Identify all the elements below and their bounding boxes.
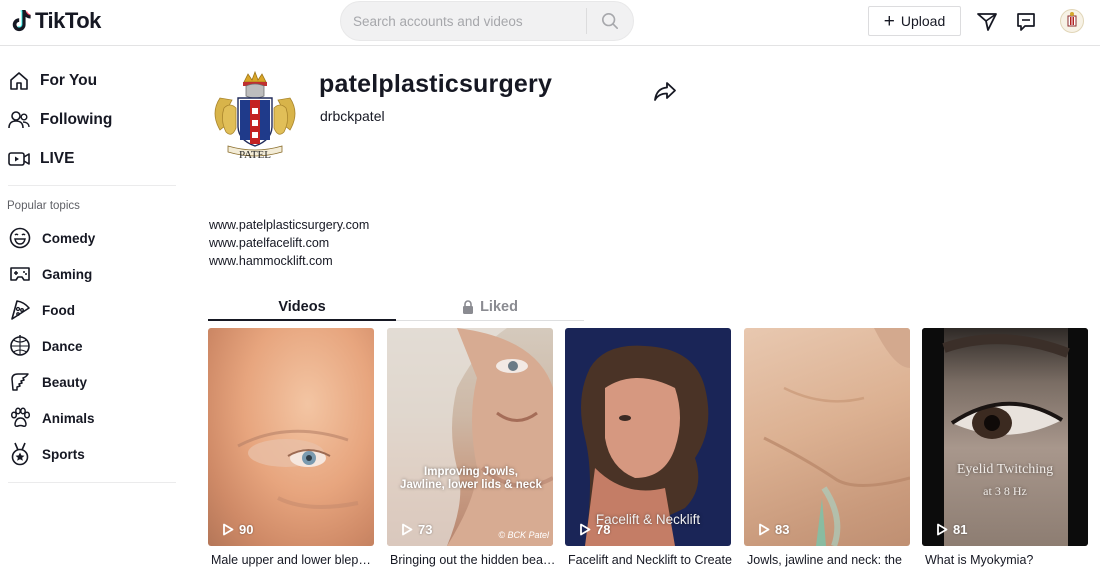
sidebar-item-for-you[interactable]: For You <box>8 70 97 92</box>
topic-label: Comedy <box>42 230 96 246</box>
inbox-icon[interactable] <box>1015 11 1037 33</box>
beauty-icon <box>8 370 32 394</box>
video-overlay-text: Improving Jowls, Jawline, lower lids & n… <box>400 466 542 491</box>
view-count: 73 <box>401 522 432 537</box>
food-icon <box>8 298 32 322</box>
sidebar-divider <box>8 482 176 483</box>
video-thumbnail <box>922 328 1088 546</box>
video-thumbnail <box>237 429 359 509</box>
top-bar: TikTok + Upload <box>0 0 1100 46</box>
bio-link[interactable]: www.hammocklift.com <box>209 252 369 270</box>
sidebar-item-label: For You <box>40 72 98 89</box>
sports-icon <box>8 442 32 466</box>
topic-gaming[interactable]: Gaming <box>8 262 92 286</box>
search-input[interactable] <box>341 13 587 29</box>
animals-icon <box>8 406 32 430</box>
home-icon <box>8 70 30 92</box>
avatar-text: PATEL <box>239 149 271 161</box>
topic-label: Animals <box>42 410 95 426</box>
tab-label: Liked <box>480 299 518 315</box>
video-thumbnail <box>387 328 553 546</box>
search-bar[interactable] <box>340 1 634 41</box>
lock-icon <box>463 300 474 314</box>
sidebar: For You Following LIVE Popular topics Co… <box>0 46 190 567</box>
topic-label: Gaming <box>42 266 93 282</box>
gaming-icon <box>8 262 32 286</box>
dance-icon <box>8 334 32 358</box>
tab-liked[interactable]: Liked <box>396 294 584 320</box>
user-avatar[interactable] <box>1060 9 1084 33</box>
topic-label: Sports <box>42 446 85 462</box>
topic-label: Beauty <box>42 374 88 390</box>
play-icon <box>580 523 591 536</box>
topic-dance[interactable]: Dance <box>8 334 83 358</box>
view-count: 81 <box>936 522 967 537</box>
play-icon <box>759 523 770 536</box>
video-card[interactable]: Eyelid Twitching at 3 8 Hz 81 <box>922 328 1088 546</box>
tab-label: Videos <box>278 299 326 315</box>
topic-comedy[interactable]: Comedy <box>8 226 95 250</box>
live-icon <box>8 148 30 170</box>
profile-bio: www.patelplasticsurgery.com www.patelfac… <box>209 216 369 270</box>
filter-icon[interactable] <box>976 11 998 33</box>
video-caption[interactable]: Bringing out the hidden beauty <box>390 553 556 567</box>
share-icon[interactable] <box>653 80 677 102</box>
video-card[interactable]: Facelift & Necklift 78 <box>565 328 731 546</box>
profile-name: patelplasticsurgery <box>319 70 553 98</box>
video-caption[interactable]: Male upper and lower blepharoplasty <box>211 553 377 567</box>
topic-label: Food <box>42 302 75 318</box>
upload-button[interactable]: + Upload <box>868 6 961 36</box>
play-icon <box>937 523 948 536</box>
sidebar-item-live[interactable]: LIVE <box>8 148 74 170</box>
logo-text: TikTok <box>35 8 101 33</box>
sidebar-item-label: Following <box>40 111 113 128</box>
tab-videos[interactable]: Videos <box>208 294 396 320</box>
sidebar-item-label: LIVE <box>40 150 75 167</box>
topic-food[interactable]: Food <box>8 298 75 322</box>
upload-label: Upload <box>900 13 946 29</box>
topic-animals[interactable]: Animals <box>8 406 95 430</box>
play-icon <box>402 523 413 536</box>
video-caption[interactable]: Facelift and Necklift to Create <box>568 553 734 567</box>
play-icon <box>223 523 234 536</box>
bio-link[interactable]: www.patelfacelift.com <box>209 234 369 252</box>
profile-handle: drbckpatel <box>320 108 385 124</box>
search-icon <box>602 12 619 30</box>
video-card[interactable]: Improving Jowls, Jawline, lower lids & n… <box>387 328 553 546</box>
video-card[interactable]: 83 <box>744 328 910 546</box>
view-count: 83 <box>758 522 789 537</box>
view-count: 78 <box>579 522 610 537</box>
tiktok-note-icon <box>12 10 31 32</box>
video-overlay-subtext: at 3 8 Hz <box>983 484 1027 498</box>
sidebar-item-following[interactable]: Following <box>8 109 112 131</box>
topic-label: Dance <box>42 338 83 354</box>
popular-topics-title: Popular topics <box>7 200 80 212</box>
tab-active-indicator <box>208 319 396 321</box>
sidebar-divider <box>8 185 176 186</box>
video-overlay-text: Eyelid Twitching <box>956 462 1054 477</box>
video-caption[interactable]: What is Myokymia? <box>925 553 1091 567</box>
video-watermark: © BCK Patel <box>498 530 549 540</box>
video-card[interactable]: 90 <box>208 328 374 546</box>
comedy-icon <box>8 226 32 250</box>
profile-avatar[interactable]: PATEL <box>210 68 300 166</box>
tiktok-logo[interactable]: TikTok <box>10 8 101 34</box>
video-thumbnail <box>763 328 910 546</box>
search-button[interactable] <box>587 2 633 40</box>
following-icon <box>8 109 30 131</box>
video-caption[interactable]: Jowls, jawline and neck: the <box>747 553 913 567</box>
bio-link[interactable]: www.patelplasticsurgery.com <box>209 216 369 234</box>
topic-beauty[interactable]: Beauty <box>8 370 87 394</box>
topic-sports[interactable]: Sports <box>8 442 85 466</box>
plus-icon: + <box>883 10 895 32</box>
view-count: 90 <box>222 522 253 537</box>
